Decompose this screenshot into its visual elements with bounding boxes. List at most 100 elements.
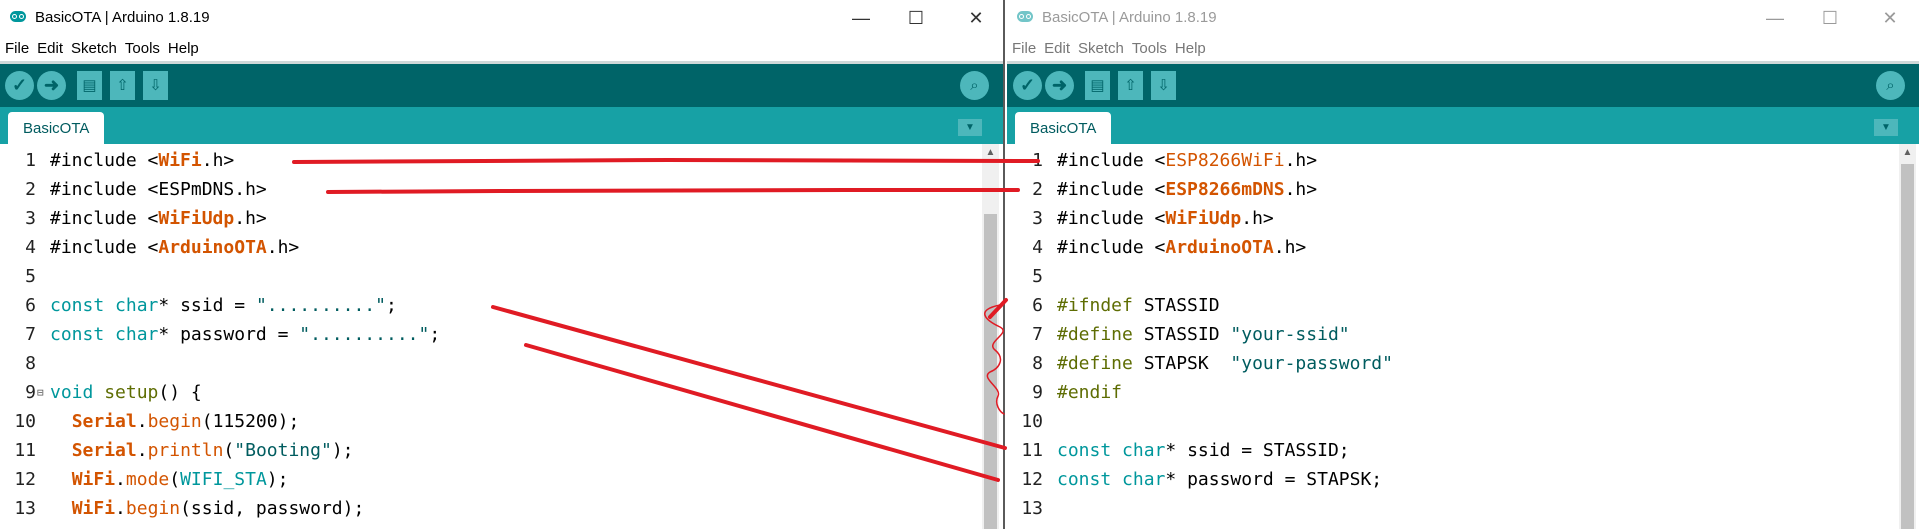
serial-monitor-button[interactable]: ⌕	[960, 71, 989, 100]
menu-file[interactable]: File	[1012, 40, 1036, 57]
vertical-scrollbar[interactable]: ▲	[982, 144, 999, 529]
code-line[interactable]: void setup() {	[50, 378, 202, 407]
code-token: STASSID	[1132, 295, 1220, 316]
code-line[interactable]: #define STAPSK "your-password"	[1057, 349, 1393, 378]
menu-bar: File Edit Sketch Tools Help	[1007, 35, 1919, 61]
serial-monitor-button[interactable]: ⌕	[1876, 71, 1905, 100]
code-token: .h>	[266, 237, 300, 258]
open-button[interactable]: ⇧	[1118, 71, 1143, 100]
open-button[interactable]: ⇧	[110, 71, 135, 100]
code-line[interactable]: const char* ssid = STASSID;	[1057, 436, 1350, 465]
verify-button[interactable]: ✓	[5, 71, 34, 100]
code-line[interactable]: #include <WiFiUdp.h>	[50, 204, 267, 233]
upload-button[interactable]: ➜	[37, 71, 66, 100]
line-number: 2	[25, 179, 36, 200]
line-number: 12	[1021, 469, 1043, 490]
scroll-up-arrow-icon[interactable]: ▲	[982, 144, 999, 161]
line-number-gutter: 1 2 3 4 5 6 7 8 9 10 11 12 13 ⊟	[0, 144, 48, 529]
line-number: 13	[14, 498, 36, 519]
new-button[interactable]: ▤	[77, 71, 102, 100]
code-token: .h>	[201, 150, 235, 171]
code-line[interactable]: Serial.println("Booting");	[50, 436, 354, 465]
code-line[interactable]: const char* ssid = "..........";	[50, 291, 397, 320]
tab-basicota[interactable]: BasicOTA	[1015, 112, 1112, 144]
tab-basicota[interactable]: BasicOTA	[8, 112, 105, 144]
code-line[interactable]: #ifndef STASSID	[1057, 291, 1220, 320]
line-number: 4	[25, 237, 36, 258]
code-editor[interactable]: 1 2 3 4 5 6 7 8 9 10 11 12 13 #include <ESP8266WiFi.…	[1007, 144, 1919, 529]
menu-sketch[interactable]: Sketch	[71, 40, 117, 57]
code-line[interactable]: WiFi.begin(ssid, password);	[50, 494, 365, 523]
code-token: Serial	[71, 411, 137, 432]
tab-menu-button[interactable]: ▼	[1874, 119, 1898, 136]
tab-menu-button[interactable]: ▼	[958, 119, 982, 136]
menu-file[interactable]: File	[5, 40, 29, 57]
code-line[interactable]: #define STASSID "your-ssid"	[1057, 320, 1350, 349]
code-token: STAPSK	[1132, 353, 1231, 374]
verify-button[interactable]: ✓	[1013, 71, 1042, 100]
save-button[interactable]: ⇩	[1151, 71, 1176, 100]
tab-bar: BasicOTA ▼	[0, 107, 1003, 144]
menu-bar: File Edit Sketch Tools Help	[0, 35, 1003, 61]
code-line[interactable]: #include <WiFi.h>	[50, 146, 234, 175]
code-token: WIFI_STA	[180, 469, 267, 490]
line-number: 8	[1032, 353, 1043, 374]
line-number: 9	[1032, 382, 1043, 403]
new-button[interactable]: ▤	[1085, 71, 1110, 100]
menu-tools[interactable]: Tools	[1132, 40, 1167, 57]
menu-help[interactable]: Help	[168, 40, 199, 57]
save-button[interactable]: ⇩	[143, 71, 168, 100]
window-title: BasicOTA | Arduino 1.8.19	[1042, 9, 1217, 26]
menu-tools[interactable]: Tools	[125, 40, 160, 57]
line-number: 1	[25, 150, 36, 171]
line-number: 6	[25, 295, 36, 316]
toolbar: ✓ ➜ ▤ ⇧ ⇩ ⌕	[0, 61, 1003, 107]
arduino-logo-icon	[10, 11, 26, 22]
vertical-scrollbar[interactable]: ▲	[1899, 144, 1916, 529]
close-button[interactable]: ✕	[1867, 6, 1913, 30]
menu-sketch[interactable]: Sketch	[1078, 40, 1124, 57]
upload-button[interactable]: ➜	[1045, 71, 1074, 100]
scrollbar-thumb[interactable]	[1901, 164, 1914, 529]
scrollbar-thumb[interactable]	[984, 214, 997, 529]
title-bar: BasicOTA | Arduino 1.8.19 — ☐ ✕	[0, 0, 1003, 35]
minimize-button[interactable]: —	[838, 6, 884, 30]
code-line[interactable]: #include <ArduinoOTA.h>	[1057, 233, 1306, 262]
maximize-button[interactable]: ☐	[893, 6, 939, 30]
line-number: 3	[25, 208, 36, 229]
minimize-button[interactable]: —	[1752, 6, 1798, 30]
maximize-button[interactable]: ☐	[1807, 6, 1853, 30]
magnifier-icon: ⌕	[970, 77, 979, 94]
code-editor[interactable]: 1 2 3 4 5 6 7 8 9 10 11 12 13 ⊟ #include <WiFi.h> #inc…	[0, 144, 1003, 529]
code-token: STASSID	[1132, 324, 1231, 345]
code-token: begin	[147, 411, 202, 432]
line-number-gutter: 1 2 3 4 5 6 7 8 9 10 11 12 13	[1007, 144, 1055, 529]
code-token: ESP8266WiFi	[1165, 150, 1285, 171]
close-button[interactable]: ✕	[953, 6, 999, 30]
menu-help[interactable]: Help	[1175, 40, 1206, 57]
code-line[interactable]: Serial.begin(115200);	[50, 407, 300, 436]
code-token: .h>	[1284, 150, 1318, 171]
code-line[interactable]: #include <WiFiUdp.h>	[1057, 204, 1274, 233]
menu-edit[interactable]: Edit	[1044, 40, 1070, 57]
code-token: #include <	[1057, 150, 1166, 171]
code-line[interactable]: #include <ESP8266mDNS.h>	[1057, 175, 1317, 204]
code-token: begin	[125, 498, 181, 519]
scroll-up-arrow-icon[interactable]: ▲	[1899, 144, 1916, 161]
code-line[interactable]: const char* password = STAPSK;	[1057, 465, 1382, 494]
code-line[interactable]: #include <ArduinoOTA.h>	[50, 233, 299, 262]
code-line[interactable]: const char* password = "..........";	[50, 320, 440, 349]
code-token: #endif	[1057, 382, 1123, 403]
code-line[interactable]: #include <ESP8266WiFi.h>	[1057, 146, 1317, 175]
code-line[interactable]: #endif	[1057, 378, 1122, 407]
menu-edit[interactable]: Edit	[37, 40, 63, 57]
code-line[interactable]: WiFi.mode(WIFI_STA);	[50, 465, 289, 494]
fold-toggle-icon[interactable]: ⊟	[37, 386, 44, 399]
code-token: #include <	[50, 208, 159, 229]
code-line[interactable]: #include <ESPmDNS.h>	[50, 175, 267, 204]
